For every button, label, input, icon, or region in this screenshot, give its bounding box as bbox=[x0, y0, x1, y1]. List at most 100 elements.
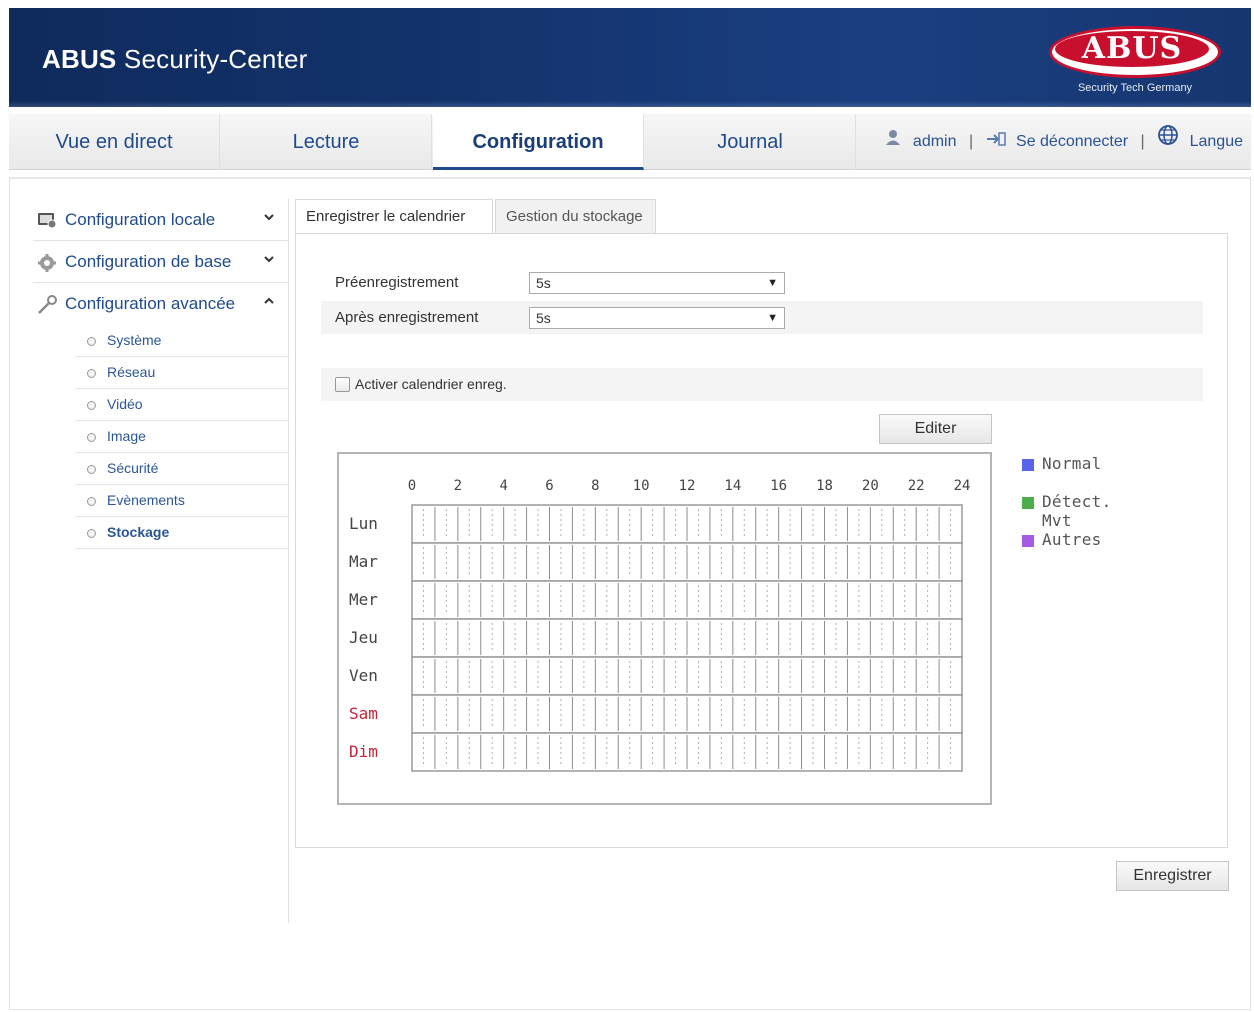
hour-tick-label: 12 bbox=[679, 478, 696, 494]
pre-record-row: Préenregistrement 5s ▼ bbox=[321, 266, 1203, 299]
bullet-icon bbox=[87, 337, 96, 346]
sidebar-item-label: Sécurité bbox=[107, 460, 159, 476]
sidebar-item-video[interactable]: Vidéo bbox=[75, 389, 289, 421]
hour-tick-label: 4 bbox=[499, 478, 507, 494]
hour-tick-label: 6 bbox=[545, 478, 553, 494]
enable-schedule-label: Activer calendrier enreg. bbox=[355, 376, 507, 392]
sidebar-item-security[interactable]: Sécurité bbox=[75, 453, 289, 485]
hour-tick-label: 18 bbox=[816, 478, 833, 494]
user-icon bbox=[884, 114, 902, 170]
sidebar-group-label: Configuration locale bbox=[65, 210, 216, 229]
sidebar-item-label: Vidéo bbox=[107, 396, 143, 412]
hour-tick-label: 20 bbox=[862, 478, 879, 494]
hour-tick-label: 10 bbox=[633, 478, 650, 494]
dropdown-arrow-icon: ▼ bbox=[767, 312, 778, 324]
day-label: Lun bbox=[349, 514, 378, 533]
sidebar-item-network[interactable]: Réseau bbox=[75, 357, 289, 389]
legend-label: Autres bbox=[1042, 530, 1102, 549]
logo-tagline: Security Tech Germany bbox=[1077, 82, 1193, 94]
app-title-brand: ABUS bbox=[42, 44, 117, 74]
day-label: Sam bbox=[349, 704, 378, 723]
bullet-icon bbox=[87, 401, 96, 410]
hour-tick-label: 22 bbox=[908, 478, 925, 494]
sidebar-group-base-config[interactable]: Configuration de base bbox=[33, 241, 288, 283]
chevron-down-icon bbox=[264, 256, 274, 263]
sidebar-item-system[interactable]: Système bbox=[75, 325, 289, 357]
edit-button[interactable]: Editer bbox=[879, 414, 992, 444]
dropdown-arrow-icon: ▼ bbox=[767, 277, 778, 289]
legend-swatch bbox=[1022, 535, 1034, 547]
enable-schedule-checkbox[interactable] bbox=[335, 377, 350, 392]
user-area: admin | Se déconnecter | Langue bbox=[884, 114, 1243, 170]
logout-link[interactable]: Se déconnecter bbox=[1016, 114, 1128, 170]
sidebar-group-label: Configuration avancée bbox=[65, 294, 236, 313]
save-button[interactable]: Enregistrer bbox=[1116, 861, 1229, 891]
hour-tick-label: 16 bbox=[770, 478, 787, 494]
bullet-icon bbox=[87, 465, 96, 474]
post-record-label: Après enregistrement bbox=[335, 309, 479, 326]
app-title: ABUS Security-Center bbox=[42, 44, 308, 75]
pre-record-label: Préenregistrement bbox=[335, 274, 459, 291]
sidebar-group-label: Configuration de base bbox=[65, 252, 232, 271]
monitor-config-icon bbox=[37, 211, 57, 234]
gear-icon bbox=[37, 253, 57, 278]
language-link[interactable]: Langue bbox=[1190, 114, 1243, 170]
app-header: ABUS Security-Center ABUS Security Tech … bbox=[9, 8, 1251, 107]
legend-label: Normal bbox=[1042, 454, 1102, 473]
legend-label: Détect. Mvt bbox=[1042, 492, 1112, 530]
sidebar-item-events[interactable]: Evènements bbox=[75, 485, 289, 517]
nav-tab-live-view[interactable]: Vue en direct bbox=[9, 114, 220, 170]
sidebar-item-label: Image bbox=[107, 428, 146, 444]
globe-icon bbox=[1157, 114, 1179, 170]
user-name-link[interactable]: admin bbox=[913, 114, 957, 170]
logo-wordmark: ABUS bbox=[1055, 31, 1209, 67]
legend-swatch bbox=[1022, 459, 1034, 471]
pre-record-select[interactable]: 5s ▼ bbox=[529, 272, 785, 294]
nav-tab-journal[interactable]: Journal bbox=[645, 114, 856, 170]
chevron-up-icon bbox=[264, 297, 274, 304]
separator: | bbox=[1140, 133, 1145, 150]
day-label: Ven bbox=[349, 666, 378, 685]
hour-tick-label: 8 bbox=[591, 478, 599, 494]
hour-tick-label: 2 bbox=[454, 478, 462, 494]
sidebar-item-label: Réseau bbox=[107, 364, 156, 380]
sidebar-item-label: Stockage bbox=[107, 524, 170, 540]
nav-tab-playback[interactable]: Lecture bbox=[221, 114, 432, 170]
day-label: Mar bbox=[349, 552, 378, 571]
bullet-icon bbox=[87, 433, 96, 442]
app-title-product: Security-Center bbox=[123, 44, 308, 74]
hour-tick-label: 0 bbox=[408, 478, 416, 494]
bullet-icon bbox=[87, 497, 96, 506]
legend-swatch bbox=[1022, 497, 1034, 509]
tab-storage-management[interactable]: Gestion du stockage bbox=[495, 199, 656, 233]
main-nav: Vue en direct Lecture Configuration Jour… bbox=[9, 114, 1251, 170]
sidebar-item-image[interactable]: Image bbox=[75, 421, 289, 453]
pre-record-value: 5s bbox=[536, 275, 551, 291]
separator: | bbox=[968, 133, 974, 150]
bullet-icon bbox=[87, 529, 96, 538]
schedule-grid[interactable]: 0 2 4 6 8 10 12 14 16 18 20 22 24 Lun Mar Mer Jeu Ven Sam D… bbox=[337, 452, 992, 805]
sidebar-item-storage[interactable]: Stockage bbox=[75, 517, 289, 549]
logout-icon bbox=[986, 114, 1006, 170]
hour-tick-label: 14 bbox=[724, 478, 741, 494]
sidebar-item-label: Evènements bbox=[107, 492, 185, 508]
tab-record-schedule[interactable]: Enregistrer le calendrier bbox=[295, 199, 493, 234]
sidebar-group-local-config[interactable]: Configuration locale bbox=[33, 199, 288, 241]
sidebar-group-advanced-config[interactable]: Configuration avancée bbox=[33, 283, 288, 325]
chevron-down-icon bbox=[264, 214, 274, 221]
schedule-grid-svg: 0 2 4 6 8 10 12 14 16 18 20 22 24LunMarMerJeuVenSamD… bbox=[349, 478, 971, 772]
wrench-icon bbox=[37, 295, 59, 320]
post-record-row: Après enregistrement 5s ▼ bbox=[321, 301, 1203, 334]
bullet-icon bbox=[87, 369, 96, 378]
abus-logo: ABUS Security Tech Germany bbox=[1049, 26, 1221, 96]
post-record-select[interactable]: 5s ▼ bbox=[529, 307, 785, 329]
day-label: Jeu bbox=[349, 628, 378, 647]
hour-tick-label: 24 bbox=[954, 478, 971, 494]
sidebar: Configuration locale Configuration de ba… bbox=[33, 199, 289, 923]
nav-tab-configuration[interactable]: Configuration bbox=[433, 114, 644, 170]
sidebar-item-label: Système bbox=[107, 332, 162, 348]
enable-schedule-row: Activer calendrier enreg. bbox=[321, 368, 1203, 401]
day-label: Dim bbox=[349, 742, 378, 761]
post-record-value: 5s bbox=[536, 310, 551, 326]
day-label: Mer bbox=[349, 590, 378, 609]
